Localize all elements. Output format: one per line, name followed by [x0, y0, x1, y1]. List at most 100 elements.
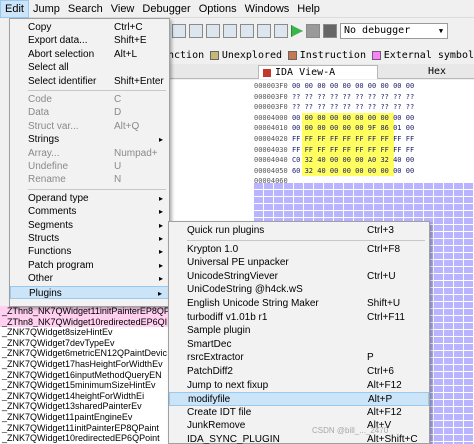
- toolbar-icon[interactable]: [223, 24, 237, 38]
- function-list-item[interactable]: _ZNK7QWidget15minimumSizeHintEv: [0, 380, 168, 391]
- plugin-item-label: modifyfile: [188, 394, 231, 406]
- edit-menu-item-strings[interactable]: Strings ▸: [10, 133, 169, 146]
- hex-bytes: ?? ?? ?? ?? ?? ?? ?? ?? ?? ??: [291, 103, 415, 112]
- function-list-item[interactable]: _ZNK7QWidget14heightForWidthEi: [0, 391, 168, 402]
- menu-debugger[interactable]: Debugger: [138, 0, 194, 18]
- menu-jump[interactable]: Jump: [29, 0, 64, 18]
- function-list-item[interactable]: _ZNK7QWidget6metricEN12QPaintDevic: [0, 348, 168, 359]
- plugin-item-create-idt-file[interactable]: Create IDT file Alt+F12: [169, 406, 429, 420]
- edit-menu-item-label: Functions: [28, 246, 72, 258]
- edit-menu-item-abort-selection[interactable]: Abort selection Alt+L: [10, 48, 169, 61]
- stop-icon[interactable]: [323, 24, 337, 38]
- plugin-icon: [173, 341, 181, 349]
- edit-menu-item-other[interactable]: Other ▸: [10, 272, 169, 285]
- edit-menu-item-plugins[interactable]: Plugins ▸: [10, 285, 169, 299]
- edit-menu-item-operand-type[interactable]: Operand type ▸: [10, 192, 169, 205]
- tab-ida-view-a-label: IDA View-A: [275, 67, 336, 78]
- plugin-item-turbodiff-v1-01b-r1[interactable]: turbodiff v1.01b r1 Ctrl+F11: [169, 311, 429, 325]
- plugin-icon: [173, 259, 181, 267]
- function-list-item[interactable]: _ZNK7QWidget11initPainterEP8QPaint: [0, 423, 168, 434]
- function-list-item[interactable]: _ZNK7QWidget7devTypeEv: [0, 338, 168, 349]
- plugin-item-junkremove[interactable]: JunkRemove Alt+V: [169, 419, 429, 433]
- close-icon[interactable]: [263, 69, 271, 77]
- edit-menu-item-structs[interactable]: Structs ▸: [10, 232, 169, 245]
- plugin-icon: [173, 273, 181, 281]
- plugin-icon: [173, 246, 181, 254]
- edit-menu-item-code[interactable]: Code C: [10, 93, 169, 106]
- toolbar-icon[interactable]: [189, 24, 203, 38]
- plugin-item-jump-to-next-fixup[interactable]: Jump to next fixup Alt+F12: [169, 379, 429, 393]
- tab-ida-view-a[interactable]: IDA View-A: [258, 65, 378, 79]
- function-list[interactable]: _ZThn8_NK7QWidget11initPainterEP8QP _ZThn…: [0, 306, 168, 444]
- edit-menu-item-data[interactable]: Data D: [10, 106, 169, 119]
- edit-menu-item-select-identifier[interactable]: Select identifier Shift+Enter: [10, 75, 169, 88]
- play-icon[interactable]: [291, 25, 303, 37]
- plugin-item-ida-sync-plugin[interactable]: IDA_SYNC_PLUGIN Alt+Shift+C: [169, 433, 429, 444]
- plugin-item-universal-pe-unpacker[interactable]: Universal PE unpacker: [169, 256, 429, 270]
- plugin-item-label: UniCodeString @h4ck.wS: [187, 284, 303, 296]
- edit-menu-item-comments[interactable]: Comments ▸: [10, 205, 169, 218]
- hex-address: 00004000: [254, 113, 288, 122]
- menu-view[interactable]: View: [107, 0, 139, 18]
- menu-help[interactable]: Help: [293, 0, 324, 18]
- plugin-item-sample-plugin[interactable]: Sample plugin: [169, 324, 429, 338]
- menu-item-icon: [13, 64, 21, 72]
- menu-item-icon: [13, 222, 21, 230]
- menu-item-icon: [13, 150, 21, 158]
- plugin-item-unicodestringviever[interactable]: UnicodeStringViever Ctrl+U: [169, 270, 429, 284]
- toolbar-icon[interactable]: [206, 24, 220, 38]
- function-list-item[interactable]: _ZNK7QWidget11paintEngineEv: [0, 412, 168, 423]
- function-list-item[interactable]: _ZNK7QWidget13sharedPainterEv: [0, 401, 168, 412]
- edit-menu-item-undefine[interactable]: Undefine U: [10, 160, 169, 173]
- function-list-item[interactable]: _ZThn8_NK7QWidget10redirectedEP6QI: [0, 316, 168, 328]
- edit-menu-item-label: Segments: [28, 219, 74, 231]
- plugin-icon: [173, 409, 181, 417]
- plugin-item-rsrcextractor[interactable]: rsrcExtractor P: [169, 351, 429, 365]
- edit-menu-item-shortcut: N: [114, 174, 122, 186]
- plugin-item-quick-run-plugins[interactable]: Quick run plugins Ctrl+3: [169, 224, 429, 238]
- edit-menu-item-export-data[interactable]: Export data... Shift+E: [10, 34, 169, 47]
- edit-menu-item-patch-program[interactable]: Patch program ▸: [10, 259, 169, 272]
- legend-unexplored: Unexplored: [221, 49, 283, 61]
- hex-bytes: FF FF FF FF FF FF FF FF FF FF: [291, 134, 415, 143]
- edit-menu-item-select-all[interactable]: Select all: [10, 61, 169, 74]
- edit-menu-item-copy[interactable]: Copy Ctrl+C: [10, 21, 169, 34]
- edit-menu-item-array[interactable]: Array... Numpad+: [10, 147, 169, 160]
- chevron-right-icon: ▸: [158, 274, 163, 284]
- plugin-item-label: IDA_SYNC_PLUGIN: [187, 434, 280, 444]
- debugger-select-value: No debugger: [344, 25, 411, 36]
- plugin-item-smartdec[interactable]: SmartDec: [169, 338, 429, 352]
- hex-row: 00004020 FF FF FF FF FF FF FF FF FF FF: [254, 133, 474, 145]
- edit-menu-item-segments[interactable]: Segments ▸: [10, 219, 169, 232]
- pause-icon[interactable]: [306, 24, 320, 38]
- plugin-item-modifyfile[interactable]: modifyfile Alt+P: [169, 392, 429, 406]
- edit-menu-item-shortcut: U: [114, 161, 122, 172]
- tab-hex-view[interactable]: Hex: [418, 65, 474, 79]
- plugin-item-shortcut: Ctrl+U: [367, 270, 396, 282]
- menu-options[interactable]: Options: [195, 0, 241, 18]
- plugin-item-english-unicode-string-maker[interactable]: English Unicode String Maker Shift+U: [169, 297, 429, 311]
- function-list-item[interactable]: _ZThn8_NK7QWidget11initPainterEP8QP: [0, 306, 168, 317]
- toolbar-icon[interactable]: [257, 24, 271, 38]
- plugin-item-shortcut: Ctrl+3: [367, 225, 394, 236]
- plugin-item-patchdiff2[interactable]: PatchDiff2 Ctrl+6: [169, 365, 429, 379]
- menu-windows[interactable]: Windows: [241, 0, 294, 18]
- toolbar-icon[interactable]: [274, 24, 288, 38]
- edit-menu-item-rename[interactable]: Rename N: [10, 173, 169, 186]
- function-list-item[interactable]: _ZNK7QWidget17hasHeightForWidthEv: [0, 359, 168, 370]
- plugin-item-unicodestring-h4ck-ws[interactable]: UniCodeString @h4ck.wS: [169, 283, 429, 297]
- menu-edit[interactable]: Edit: [0, 0, 29, 18]
- toolbar-icon[interactable]: [240, 24, 254, 38]
- toolbar-icon[interactable]: [172, 24, 186, 38]
- function-list-item[interactable]: _ZNK7QWidget16inputMethodQueryEN: [0, 370, 168, 381]
- menu-search[interactable]: Search: [64, 0, 107, 18]
- hex-address: 00004010: [254, 124, 288, 133]
- edit-menu-item-functions[interactable]: Functions ▸: [10, 245, 169, 258]
- edit-menu-item-struct-var[interactable]: Struct var... Alt+Q: [10, 120, 169, 133]
- plugin-item-krypton-1-0[interactable]: Krypton 1.0 Ctrl+F8: [169, 243, 429, 257]
- menu-item-icon: [13, 123, 21, 131]
- function-list-item[interactable]: _ZNK7QWidget10redirectedEP6QPoint: [0, 433, 168, 444]
- plugin-icon: [174, 396, 182, 404]
- debugger-select[interactable]: No debugger ▼: [340, 23, 448, 39]
- function-list-item[interactable]: _ZNK7QWidget8sizeHintEv: [0, 327, 168, 338]
